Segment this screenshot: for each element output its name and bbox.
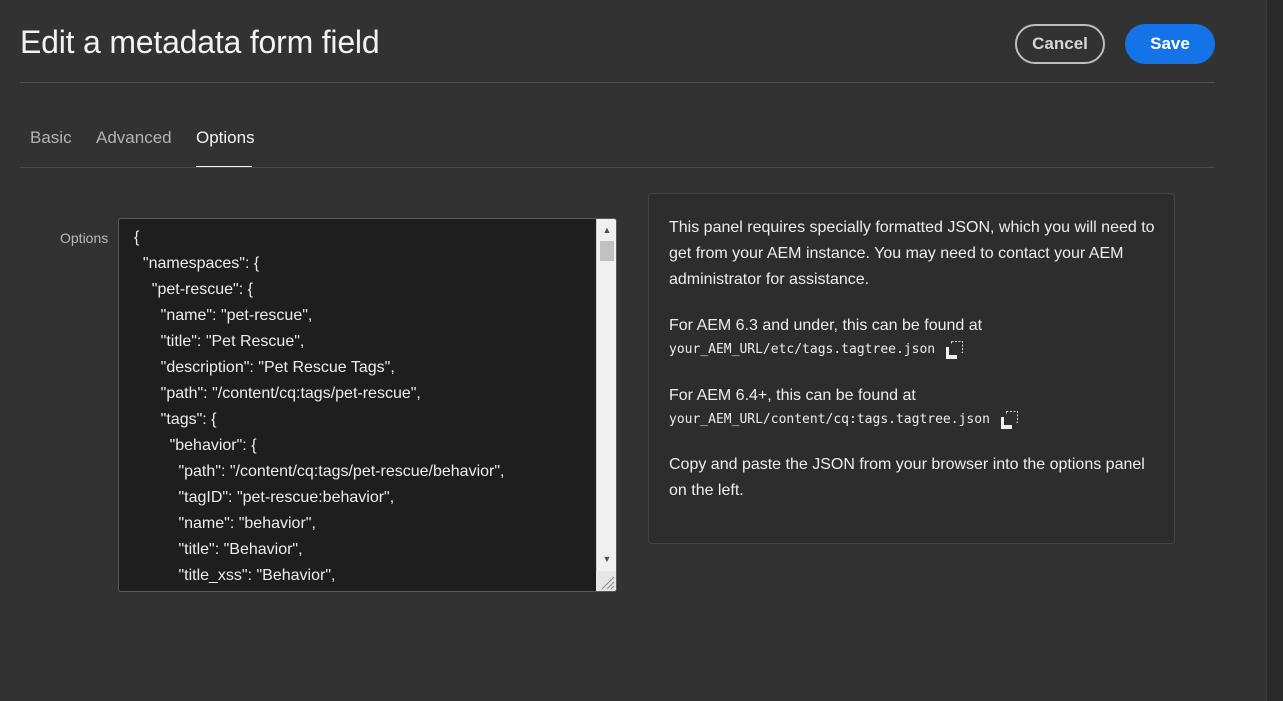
aem63-text: For AEM 6.3 and under, this can be found… [669,317,983,334]
json-content[interactable]: { "namespaces": { "pet-rescue": { "name"… [119,225,596,589]
scroll-up-arrow-icon[interactable]: ▲ [597,221,616,239]
aem64-section: For AEM 6.4+, this can be found at your_… [669,383,1159,431]
aem64-text: For AEM 6.4+, this can be found at [669,387,916,404]
resize-grip-icon[interactable] [596,571,616,591]
tab-basic[interactable]: Basic [30,128,72,148]
info-outro-text: Copy and paste the JSON from your browse… [669,456,1145,499]
options-field-label: Options [60,230,109,246]
aem63-url: your_AEM_URL/etc/tags.tagtree.json [669,342,936,357]
scroll-down-arrow-icon[interactable]: ▼ [597,550,616,568]
json-line: "title": "Behavior", [134,541,303,558]
page-title: Edit a metadata form field [20,24,380,60]
json-line: "description": "Pet Rescue Tags", [134,359,395,376]
json-line: { [134,229,140,246]
aem63-section: For AEM 6.3 and under, this can be found… [669,313,1159,361]
cancel-button[interactable]: Cancel [1015,24,1105,64]
options-json-textarea[interactable]: { "namespaces": { "pet-rescue": { "name"… [118,218,617,592]
scrollbar-thumb[interactable] [600,241,614,261]
json-line: "namespaces": { [134,255,260,272]
json-line: "path": "/content/cq:tags/pet-rescue", [134,385,421,402]
json-line: "name": "behavior", [134,515,316,532]
vertical-scrollbar[interactable]: ▲ ▼ [596,219,616,591]
info-intro-text: This panel requires specially formatted … [669,219,1155,288]
edit-metadata-field-page: Edit a metadata form field Cancel Save B… [0,0,1283,701]
tab-bar: Basic Advanced Options [20,118,1215,168]
aem63-url-row: your_AEM_URL/etc/tags.tagtree.json [669,339,1159,361]
json-line: "tagID": "pet-rescue:behavior", [134,489,395,506]
json-line: "pet-rescue": { [134,281,253,298]
json-line: "name": "pet-rescue", [134,307,313,324]
json-line: "tags": { [134,411,217,428]
window-edge-rail [1266,0,1283,701]
json-line: "path": "/content/cq:tags/pet-rescue/beh… [134,463,505,480]
info-panel: This panel requires specially formatted … [648,193,1175,544]
copy-icon[interactable] [1000,410,1020,430]
save-button[interactable]: Save [1125,24,1215,64]
tabs-divider [20,167,1215,168]
tab-options[interactable]: Options [196,128,255,148]
json-line: "title_xss": "Behavior", [134,567,336,584]
aem64-url: your_AEM_URL/content/cq:tags.tagtree.jso… [669,412,990,427]
copy-icon[interactable] [945,340,965,360]
aem64-url-row: your_AEM_URL/content/cq:tags.tagtree.jso… [669,409,1159,431]
json-line: "title": "Pet Rescue", [134,333,305,350]
json-line: "behavior": { [134,437,257,454]
header-divider [20,82,1215,83]
tab-advanced[interactable]: Advanced [96,128,172,148]
